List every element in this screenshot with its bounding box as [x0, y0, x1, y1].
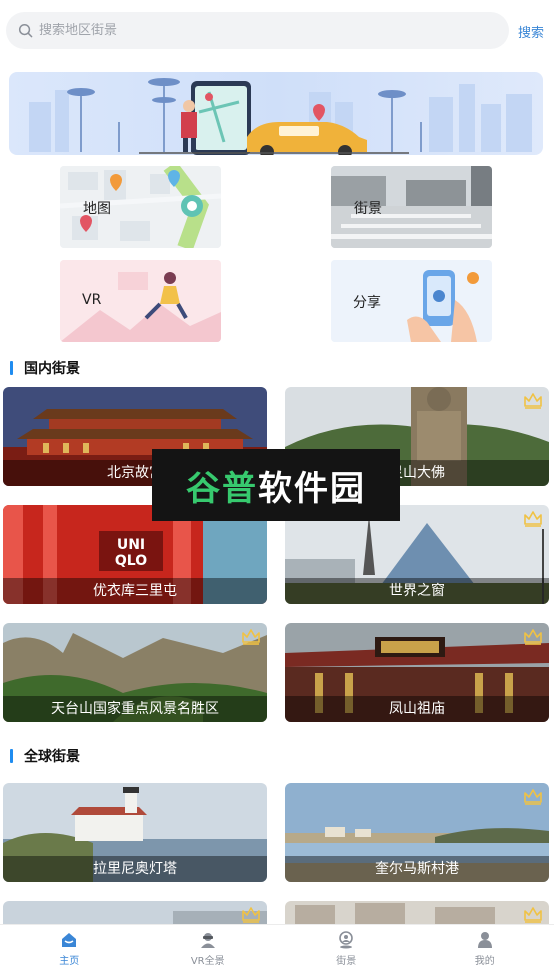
nav-label: VR全景 — [190, 956, 225, 967]
scene-name: 拉里尼奥灯塔 — [3, 856, 267, 882]
premium-crown-icon — [242, 907, 260, 923]
scene-name: 凤山祖庙 — [285, 696, 549, 722]
nav-street-view[interactable]: 街景 — [277, 925, 416, 973]
promo-banner[interactable] — [9, 72, 543, 155]
profile-icon — [477, 932, 492, 948]
watermark: 谷普 软件园 — [152, 449, 400, 521]
feature-label-map: 地图 — [83, 201, 111, 217]
scene-name: 优衣库三里屯 — [3, 578, 267, 604]
svg-text:QLO: QLO — [115, 553, 147, 569]
premium-crown-icon — [524, 629, 542, 645]
premium-crown-icon — [524, 511, 542, 527]
nav-profile[interactable]: 我的 — [416, 925, 554, 973]
svg-text:UNI: UNI — [117, 537, 145, 553]
banner-illustration — [29, 78, 532, 155]
nav-home[interactable]: 主页 — [0, 925, 139, 973]
scene-card-fengshan-temple[interactable]: 凤山祖庙 — [285, 623, 549, 722]
section-global: 全球街景 — [10, 746, 80, 766]
feature-tile-vr[interactable]: VR — [60, 260, 221, 342]
feature-label-vr: VR — [82, 292, 102, 308]
search-icon — [18, 23, 33, 38]
search-button[interactable]: 搜索 — [518, 22, 544, 41]
feature-label-share: 分享 — [353, 295, 381, 311]
scene-name: 天台山国家重点风景名胜区 — [3, 696, 267, 722]
scene-card-larinio-lighthouse[interactable]: 拉里尼奥灯塔 — [3, 783, 267, 882]
premium-crown-icon — [524, 907, 542, 923]
nav-label: 我的 — [474, 956, 495, 967]
nav-label: 街景 — [336, 956, 357, 967]
search-box[interactable] — [6, 12, 509, 49]
section-bar — [10, 361, 13, 375]
section-domestic: 国内街景 — [10, 358, 80, 378]
section-title: 国内街景 — [24, 361, 80, 377]
search-input[interactable] — [39, 23, 459, 38]
scene-card-quelmas-harbor[interactable]: 奎尔马斯村港 — [285, 783, 549, 882]
section-bar — [10, 749, 13, 763]
street-view-icon — [339, 931, 354, 949]
feature-tile-map[interactable]: 地图 — [60, 166, 221, 248]
section-title: 全球街景 — [24, 749, 80, 765]
nav-label: 主页 — [59, 956, 80, 967]
bottom-nav: 主页 VR全景 街景 我的 — [0, 924, 554, 973]
vr-panorama-icon — [200, 933, 215, 948]
watermark-text-2: 软件园 — [258, 468, 366, 509]
search-bar: 搜索 — [0, 12, 554, 50]
feature-tile-share[interactable]: 分享 — [331, 260, 492, 342]
feature-tile-street[interactable]: 街景 — [331, 166, 492, 248]
feature-label-street: 街景 — [354, 201, 382, 217]
premium-crown-icon — [242, 629, 260, 645]
home-icon — [62, 933, 77, 947]
watermark-text-1: 谷普 — [186, 468, 258, 509]
premium-crown-icon — [524, 393, 542, 409]
nav-vr-panorama[interactable]: VR全景 — [139, 925, 278, 973]
scene-name: 世界之窗 — [285, 578, 549, 604]
premium-crown-icon — [524, 789, 542, 805]
scene-card-tiantai-mountain[interactable]: 天台山国家重点风景名胜区 — [3, 623, 267, 722]
home-page: 搜索地区街景 搜索 地图 街景 VR 分享 国内街景 北京故宫 灵山大佛 UNI… — [0, 0, 554, 973]
scene-name: 奎尔马斯村港 — [285, 856, 549, 882]
